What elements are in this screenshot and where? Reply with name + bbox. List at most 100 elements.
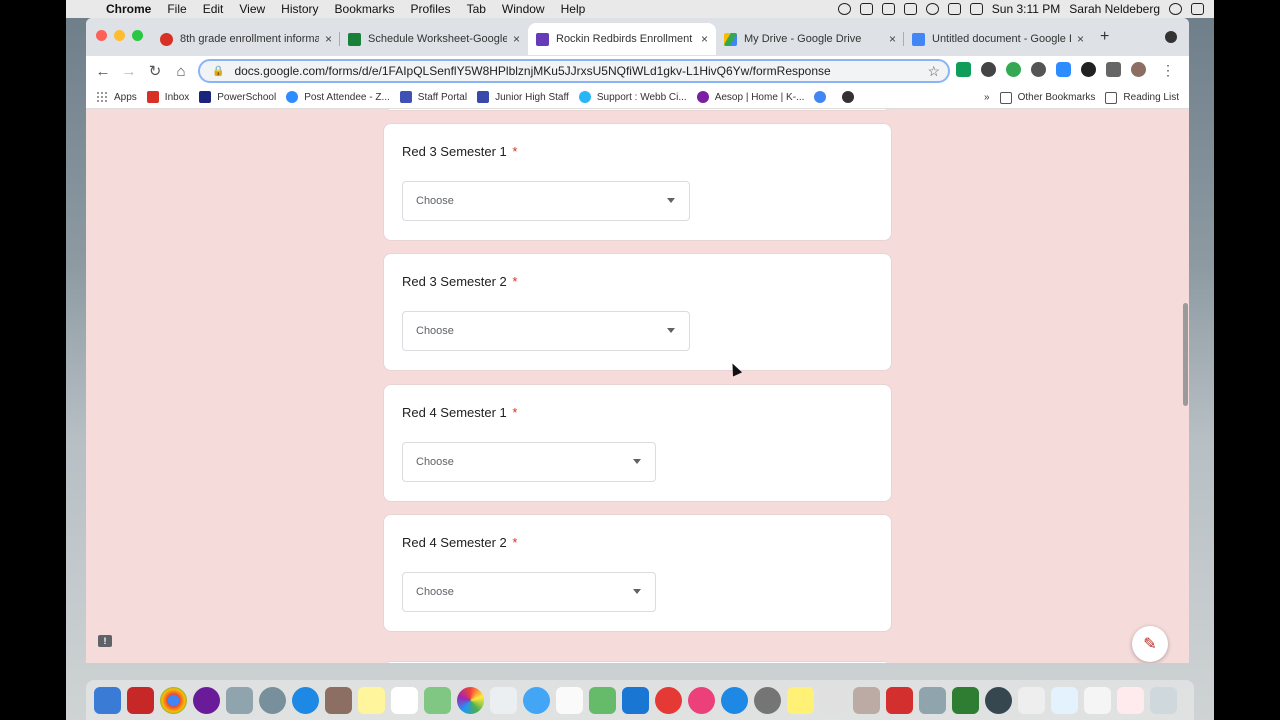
- question-dropdown[interactable]: Choose: [402, 311, 690, 351]
- window-thumbnail-icon[interactable]: [1117, 686, 1144, 714]
- address-bar[interactable]: 🔒 docs.google.com/forms/d/e/1FAIpQLSenfl…: [198, 59, 950, 83]
- forward-icon[interactable]: →: [116, 63, 142, 80]
- page-scrollbar[interactable]: [1183, 303, 1188, 406]
- launchpad-icon[interactable]: [259, 686, 286, 714]
- notes-icon[interactable]: [358, 686, 385, 714]
- lock-icon[interactable]: 🔒: [212, 66, 224, 77]
- spotlight-icon[interactable]: [1169, 3, 1182, 15]
- bookmark-google[interactable]: [814, 91, 832, 103]
- question-dropdown[interactable]: Choose: [402, 572, 656, 612]
- record-icon[interactable]: [837, 3, 851, 15]
- document-icon[interactable]: [1018, 686, 1045, 714]
- question-dropdown[interactable]: Choose: [402, 442, 656, 482]
- bookmark-staff-portal[interactable]: Staff Portal: [399, 91, 467, 103]
- extension-icon[interactable]: [981, 62, 996, 77]
- siri-icon[interactable]: [193, 686, 220, 714]
- downloads-folder-icon[interactable]: [1051, 686, 1078, 714]
- bookmark-inbox[interactable]: Inbox: [146, 91, 189, 103]
- keynote-icon[interactable]: [622, 686, 649, 714]
- freeform-icon[interactable]: [556, 686, 583, 714]
- question-dropdown[interactable]: Choose: [402, 181, 690, 221]
- battery-icon[interactable]: [969, 3, 983, 15]
- close-tab-icon[interactable]: ×: [325, 32, 332, 46]
- bookmark-aesop[interactable]: Aesop | Home | K-...: [696, 91, 804, 103]
- stickies-icon[interactable]: [787, 686, 814, 714]
- acrobat-icon[interactable]: [886, 686, 913, 714]
- menu-window[interactable]: Window: [502, 2, 545, 16]
- bookmark-apps[interactable]: Apps: [96, 91, 137, 103]
- quicktime-icon[interactable]: [985, 686, 1012, 714]
- bookmarks-overflow-button[interactable]: »: [984, 92, 990, 103]
- status-app-icon[interactable]: [881, 3, 895, 15]
- news-icon[interactable]: [655, 686, 682, 714]
- maps-icon[interactable]: [424, 686, 451, 714]
- tab-my-drive[interactable]: My Drive - Google Drive ×: [716, 23, 904, 55]
- status-app-icon[interactable]: [903, 3, 917, 15]
- menu-user[interactable]: Sarah Neldeberg: [1069, 2, 1160, 16]
- volume-icon[interactable]: [947, 3, 961, 15]
- tab-untitled-document[interactable]: Untitled document - Google Do ×: [904, 23, 1092, 55]
- menu-tab[interactable]: Tab: [467, 2, 486, 16]
- menu-help[interactable]: Help: [561, 2, 586, 16]
- screenshot-icon[interactable]: [919, 686, 946, 714]
- bookmark-post-attendee[interactable]: Post Attendee - Z...: [286, 91, 390, 103]
- minimize-window-button[interactable]: [114, 30, 125, 41]
- tab-rockin-redbirds[interactable]: Rockin Redbirds Enrollment 21 ×: [528, 23, 716, 55]
- menu-clock[interactable]: Sun 3:11 PM: [992, 2, 1060, 16]
- notebook-icon[interactable]: [325, 686, 352, 714]
- extension-icon[interactable]: [1006, 62, 1021, 77]
- bookmark-site[interactable]: [842, 91, 860, 103]
- tab-schedule-worksheet[interactable]: Schedule Worksheet-Google Sh ×: [340, 23, 528, 55]
- reload-icon[interactable]: ↻: [142, 62, 168, 80]
- control-center-icon[interactable]: [1191, 3, 1204, 15]
- zoom-icon[interactable]: [1056, 62, 1071, 77]
- menu-file[interactable]: File: [167, 2, 186, 16]
- extension-icon[interactable]: [1081, 62, 1096, 77]
- excel-icon[interactable]: [952, 686, 979, 714]
- close-tab-icon[interactable]: ×: [701, 32, 708, 46]
- pinterest-icon[interactable]: [1031, 62, 1046, 77]
- redbird-app-icon[interactable]: [127, 686, 154, 714]
- script-editor-icon[interactable]: [853, 686, 880, 714]
- messages-icon[interactable]: [523, 686, 550, 714]
- wifi-icon[interactable]: [925, 3, 939, 15]
- close-tab-icon[interactable]: ×: [889, 32, 896, 46]
- chrome-menu-icon[interactable]: ⋮: [1161, 62, 1175, 79]
- safari-icon[interactable]: [292, 686, 319, 714]
- close-tab-icon[interactable]: ×: [513, 32, 520, 46]
- other-bookmarks-folder[interactable]: Other Bookmarks: [999, 91, 1095, 104]
- menu-edit[interactable]: Edit: [203, 2, 224, 16]
- menu-bookmarks[interactable]: Bookmarks: [335, 2, 395, 16]
- reminders-icon[interactable]: [490, 686, 517, 714]
- extension-icon[interactable]: [956, 62, 971, 77]
- status-app-icon[interactable]: [859, 3, 873, 15]
- music-icon[interactable]: [688, 686, 715, 714]
- profile-avatar[interactable]: [1131, 62, 1146, 77]
- bookmark-star-icon[interactable]: ☆: [927, 63, 940, 80]
- menu-history[interactable]: History: [281, 2, 318, 16]
- pencil-icon[interactable]: ✎: [1132, 626, 1168, 662]
- close-window-button[interactable]: [96, 30, 107, 41]
- report-icon[interactable]: !: [98, 635, 112, 647]
- menu-app-name[interactable]: Chrome: [106, 2, 151, 16]
- bookmark-support-webb[interactable]: Support : Webb Ci...: [578, 91, 687, 103]
- app-store-icon[interactable]: [721, 686, 748, 714]
- tab-search-icon[interactable]: [1165, 31, 1177, 43]
- trash-icon[interactable]: [1150, 686, 1177, 714]
- bookmark-junior-high-staff[interactable]: Junior High Staff: [477, 91, 569, 103]
- reading-list-button[interactable]: Reading List: [1105, 91, 1179, 104]
- menu-view[interactable]: View: [239, 2, 265, 16]
- photos-icon[interactable]: [457, 686, 484, 714]
- tab-8th-grade-enrollment[interactable]: 8th grade enrollment informat ×: [152, 23, 340, 55]
- close-tab-icon[interactable]: ×: [1077, 32, 1084, 46]
- zoom-window-button[interactable]: [132, 30, 143, 41]
- menu-profiles[interactable]: Profiles: [411, 2, 451, 16]
- preview-icon[interactable]: [226, 686, 253, 714]
- window-thumbnail-icon[interactable]: [1084, 686, 1111, 714]
- textedit-icon[interactable]: [820, 686, 847, 714]
- home-icon[interactable]: ⌂: [168, 63, 194, 80]
- finder-icon[interactable]: [94, 686, 121, 714]
- system-preferences-icon[interactable]: [754, 686, 781, 714]
- back-icon[interactable]: ←: [90, 63, 116, 80]
- chrome-icon[interactable]: [160, 686, 187, 714]
